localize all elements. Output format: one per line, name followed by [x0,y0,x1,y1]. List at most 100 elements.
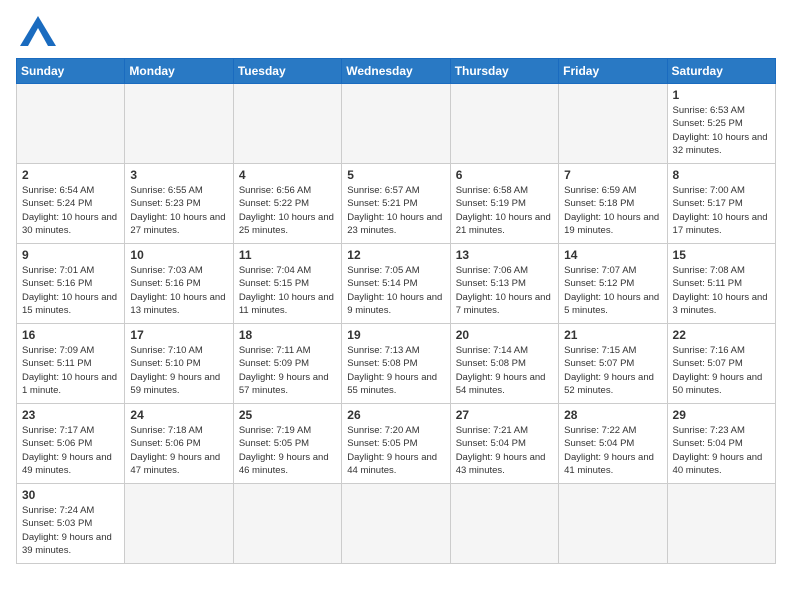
calendar-cell: 16Sunrise: 7:09 AM Sunset: 5:11 PM Dayli… [17,324,125,404]
calendar-cell: 7 Sunrise: 6:59 AM Sunset: 5:18 PM Daylig… [559,164,667,244]
day-info: Sunrise: 7:24 AM Sunset: 5:03 PM Dayligh… [22,504,119,557]
day-number: 1 [673,88,770,102]
calendar-cell: 13 Sunrise: 7:06 AM Sunset: 5:13 PM Dayli… [450,244,558,324]
calendar-cell: 2Sunrise: 6:54 AM Sunset: 5:24 PM Daylig… [17,164,125,244]
day-info: Sunrise: 7:01 AM Sunset: 5:16 PM Dayligh… [22,264,119,317]
day-info: Sunrise: 7:18 AM Sunset: 5:06 PM Dayligh… [130,424,227,477]
calendar-cell: 14Sunrise: 7:07 AM Sunset: 5:12 PM Dayli… [559,244,667,324]
calendar-cell [450,484,558,564]
weekday-header-wednesday: Wednesday [342,59,450,84]
day-info: Sunrise: 7:22 AM Sunset: 5:04 PM Dayligh… [564,424,661,477]
day-number: 2 [22,168,119,182]
day-number: 11 [239,248,336,262]
calendar-cell: 12 Sunrise: 7:05 AM Sunset: 5:14 PM Dayli… [342,244,450,324]
day-number: 26 [347,408,444,422]
calendar-cell: 19 Sunrise: 7:13 AM Sunset: 5:08 PM Dayli… [342,324,450,404]
calendar-cell: 1 Sunrise: 6:53 AM Sunset: 5:25 PM Daylig… [667,84,775,164]
calendar-cell: 20 Sunrise: 7:14 AM Sunset: 5:08 PM Dayli… [450,324,558,404]
day-number: 15 [673,248,770,262]
calendar-cell [17,84,125,164]
day-info: Sunrise: 6:56 AM Sunset: 5:22 PM Dayligh… [239,184,336,237]
calendar-cell: 15Sunrise: 7:08 AM Sunset: 5:11 PM Dayli… [667,244,775,324]
calendar-cell: 27 Sunrise: 7:21 AM Sunset: 5:04 PM Dayli… [450,404,558,484]
day-info: Sunrise: 7:20 AM Sunset: 5:05 PM Dayligh… [347,424,444,477]
day-info: Sunrise: 6:59 AM Sunset: 5:18 PM Dayligh… [564,184,661,237]
calendar-table: SundayMondayTuesdayWednesdayThursdayFrid… [16,58,776,564]
day-info: Sunrise: 6:53 AM Sunset: 5:25 PM Dayligh… [673,104,770,157]
day-info: Sunrise: 7:09 AM Sunset: 5:11 PM Dayligh… [22,344,119,397]
logo-icon [20,16,56,46]
calendar-cell [667,484,775,564]
day-number: 22 [673,328,770,342]
day-info: Sunrise: 7:16 AM Sunset: 5:07 PM Dayligh… [673,344,770,397]
calendar-cell: 18Sunrise: 7:11 AM Sunset: 5:09 PM Dayli… [233,324,341,404]
day-info: Sunrise: 6:57 AM Sunset: 5:21 PM Dayligh… [347,184,444,237]
calendar-cell [342,484,450,564]
calendar-week-row: 9 Sunrise: 7:01 AM Sunset: 5:16 PM Daylig… [17,244,776,324]
day-number: 19 [347,328,444,342]
day-info: Sunrise: 6:58 AM Sunset: 5:19 PM Dayligh… [456,184,553,237]
day-info: Sunrise: 7:04 AM Sunset: 5:15 PM Dayligh… [239,264,336,317]
day-info: Sunrise: 7:19 AM Sunset: 5:05 PM Dayligh… [239,424,336,477]
calendar-cell: 28Sunrise: 7:22 AM Sunset: 5:04 PM Dayli… [559,404,667,484]
calendar-week-row: 2Sunrise: 6:54 AM Sunset: 5:24 PM Daylig… [17,164,776,244]
calendar-week-row: 30 Sunrise: 7:24 AM Sunset: 5:03 PM Dayli… [17,484,776,564]
calendar-cell [233,484,341,564]
day-info: Sunrise: 7:13 AM Sunset: 5:08 PM Dayligh… [347,344,444,397]
day-info: Sunrise: 7:17 AM Sunset: 5:06 PM Dayligh… [22,424,119,477]
day-number: 17 [130,328,227,342]
weekday-header-thursday: Thursday [450,59,558,84]
calendar-cell: 23Sunrise: 7:17 AM Sunset: 5:06 PM Dayli… [17,404,125,484]
calendar-cell: 24 Sunrise: 7:18 AM Sunset: 5:06 PM Dayli… [125,404,233,484]
calendar-cell: 6 Sunrise: 6:58 AM Sunset: 5:19 PM Daylig… [450,164,558,244]
day-number: 30 [22,488,119,502]
weekday-header-sunday: Sunday [17,59,125,84]
calendar-cell: 3Sunrise: 6:55 AM Sunset: 5:23 PM Daylig… [125,164,233,244]
day-info: Sunrise: 7:15 AM Sunset: 5:07 PM Dayligh… [564,344,661,397]
day-number: 25 [239,408,336,422]
page-header [16,16,776,46]
calendar-cell: 25 Sunrise: 7:19 AM Sunset: 5:05 PM Dayli… [233,404,341,484]
logo [16,16,56,46]
calendar-cell [342,84,450,164]
day-info: Sunrise: 7:06 AM Sunset: 5:13 PM Dayligh… [456,264,553,317]
day-number: 4 [239,168,336,182]
weekday-header-row: SundayMondayTuesdayWednesdayThursdayFrid… [17,59,776,84]
calendar-cell: 17Sunrise: 7:10 AM Sunset: 5:10 PM Dayli… [125,324,233,404]
weekday-header-tuesday: Tuesday [233,59,341,84]
calendar-cell: 11 Sunrise: 7:04 AM Sunset: 5:15 PM Dayli… [233,244,341,324]
day-number: 21 [564,328,661,342]
day-number: 5 [347,168,444,182]
weekday-header-friday: Friday [559,59,667,84]
calendar-cell [125,84,233,164]
calendar-cell: 10Sunrise: 7:03 AM Sunset: 5:16 PM Dayli… [125,244,233,324]
day-info: Sunrise: 7:00 AM Sunset: 5:17 PM Dayligh… [673,184,770,237]
day-number: 27 [456,408,553,422]
calendar-cell: 29Sunrise: 7:23 AM Sunset: 5:04 PM Dayli… [667,404,775,484]
calendar-cell: 4 Sunrise: 6:56 AM Sunset: 5:22 PM Daylig… [233,164,341,244]
calendar-cell [125,484,233,564]
day-number: 14 [564,248,661,262]
day-number: 10 [130,248,227,262]
day-info: Sunrise: 7:21 AM Sunset: 5:04 PM Dayligh… [456,424,553,477]
calendar-cell: 5 Sunrise: 6:57 AM Sunset: 5:21 PM Daylig… [342,164,450,244]
calendar-cell [233,84,341,164]
day-number: 12 [347,248,444,262]
calendar-cell: 21 Sunrise: 7:15 AM Sunset: 5:07 PM Dayli… [559,324,667,404]
day-number: 13 [456,248,553,262]
day-info: Sunrise: 7:14 AM Sunset: 5:08 PM Dayligh… [456,344,553,397]
day-number: 9 [22,248,119,262]
day-number: 8 [673,168,770,182]
day-number: 6 [456,168,553,182]
day-number: 20 [456,328,553,342]
calendar-cell: 9 Sunrise: 7:01 AM Sunset: 5:16 PM Daylig… [17,244,125,324]
day-number: 7 [564,168,661,182]
calendar-cell [559,84,667,164]
day-info: Sunrise: 7:11 AM Sunset: 5:09 PM Dayligh… [239,344,336,397]
day-number: 24 [130,408,227,422]
day-info: Sunrise: 6:55 AM Sunset: 5:23 PM Dayligh… [130,184,227,237]
day-info: Sunrise: 7:05 AM Sunset: 5:14 PM Dayligh… [347,264,444,317]
calendar-cell: 30 Sunrise: 7:24 AM Sunset: 5:03 PM Dayli… [17,484,125,564]
calendar-week-row: 16Sunrise: 7:09 AM Sunset: 5:11 PM Dayli… [17,324,776,404]
weekday-header-monday: Monday [125,59,233,84]
